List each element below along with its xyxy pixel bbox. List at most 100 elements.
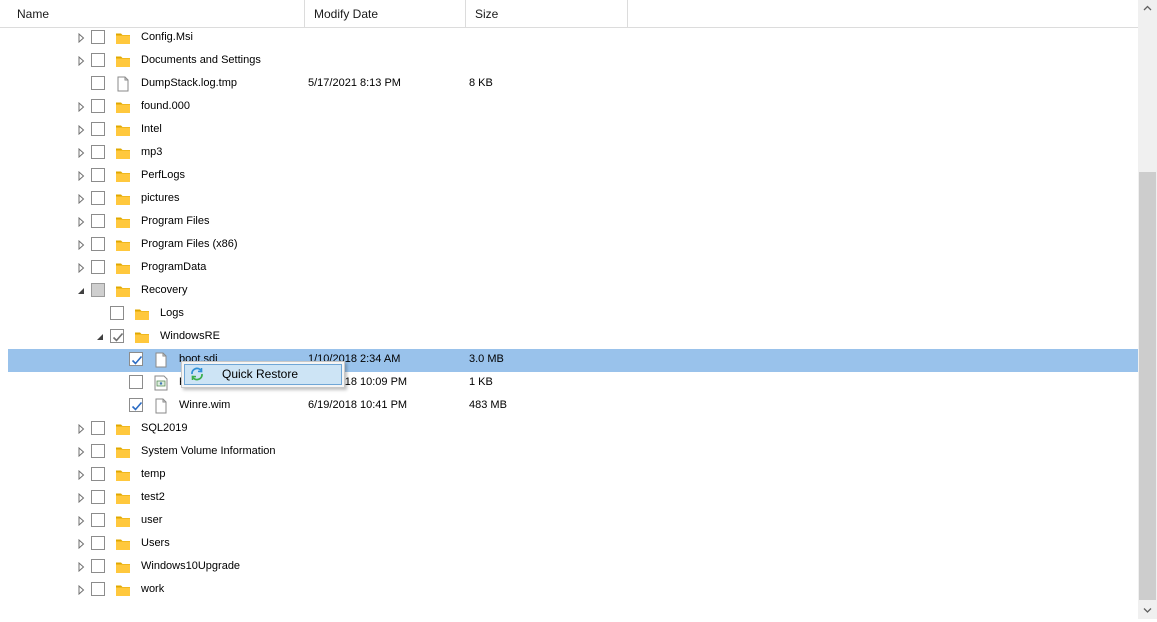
- expand-arrow-icon[interactable]: [76, 148, 86, 158]
- tree-row-folder[interactable]: PerfLogs: [8, 165, 1138, 188]
- row-checkbox[interactable]: [91, 76, 105, 90]
- tree-row-folder[interactable]: Intel: [8, 119, 1138, 142]
- column-header-modify-date[interactable]: Modify Date: [305, 0, 466, 27]
- expand-arrow-icon[interactable]: [76, 516, 86, 526]
- row-checkbox[interactable]: [91, 536, 105, 550]
- tree-row-folder[interactable]: Windows10Upgrade: [8, 556, 1138, 579]
- expand-arrow-icon[interactable]: [76, 585, 86, 595]
- tree-row-folder[interactable]: Logs: [8, 303, 1138, 326]
- tree-row-file[interactable]: Winre.wim 6/19/2018 10:41 PM 483 MB: [8, 395, 1138, 418]
- row-checkbox[interactable]: [91, 145, 105, 159]
- tree-row-folder[interactable]: Program Files: [8, 211, 1138, 234]
- expand-arrow-icon[interactable]: [76, 562, 86, 572]
- row-checkbox[interactable]: [91, 237, 105, 251]
- expand-arrow-icon[interactable]: [76, 470, 86, 480]
- expand-arrow-icon[interactable]: [76, 217, 86, 227]
- row-checkbox[interactable]: [91, 559, 105, 573]
- tree-row-file[interactable]: boot.sdi 1/10/2018 2:34 AM 3.0 MB: [8, 349, 1138, 372]
- expand-arrow-icon[interactable]: [76, 424, 86, 434]
- file-icon: [115, 76, 131, 92]
- column-header-name[interactable]: Name: [8, 0, 305, 27]
- row-checkbox[interactable]: [91, 421, 105, 435]
- restore-icon: [189, 366, 205, 382]
- row-checkbox[interactable]: [91, 99, 105, 113]
- row-checkbox[interactable]: [91, 214, 105, 228]
- row-checkbox[interactable]: [91, 444, 105, 458]
- expand-arrow-icon[interactable]: [76, 263, 86, 273]
- collapse-arrow-icon[interactable]: [95, 332, 105, 342]
- scroll-up-arrow[interactable]: [1138, 0, 1157, 17]
- tree-row-folder[interactable]: user: [8, 510, 1138, 533]
- row-checkbox[interactable]: [91, 191, 105, 205]
- folder-icon: [115, 168, 131, 184]
- xml-file-icon: [153, 375, 169, 391]
- column-header: Name Modify Date Size: [0, 0, 1138, 28]
- row-checkbox[interactable]: [110, 306, 124, 320]
- folder-icon: [115, 444, 131, 460]
- row-name: Users: [141, 537, 170, 549]
- row-name: Program Files (x86): [141, 238, 238, 250]
- row-modify-date: 6/19/2018 10:41 PM: [308, 399, 408, 411]
- tree-row-folder[interactable]: temp: [8, 464, 1138, 487]
- collapse-arrow-icon[interactable]: [76, 286, 86, 296]
- tree-row-folder[interactable]: mp3: [8, 142, 1138, 165]
- expand-arrow-icon[interactable]: [76, 194, 86, 204]
- file-icon: [153, 352, 169, 368]
- row-checkbox[interactable]: [129, 375, 143, 389]
- tree-row-folder[interactable]: Program Files (x86): [8, 234, 1138, 257]
- expand-arrow-icon[interactable]: [76, 240, 86, 250]
- expand-arrow-icon[interactable]: [76, 493, 86, 503]
- row-name: Windows10Upgrade: [141, 560, 241, 572]
- row-checkbox[interactable]: [91, 513, 105, 527]
- expand-arrow-icon[interactable]: [76, 125, 86, 135]
- folder-icon: [115, 237, 131, 253]
- tree-row-folder[interactable]: test2: [8, 487, 1138, 510]
- tree-row-folder[interactable]: Config.Msi: [8, 27, 1138, 50]
- expand-arrow-icon[interactable]: [76, 539, 86, 549]
- folder-icon: [134, 306, 150, 322]
- tree-row-file[interactable]: ReAgent.xml6/19/2018 10:09 PM1 KB: [8, 372, 1138, 395]
- row-size: 483 MB: [469, 399, 507, 411]
- tree-row-folder[interactable]: pictures: [8, 188, 1138, 211]
- vertical-scrollbar[interactable]: [1138, 0, 1157, 619]
- tree-row-folder[interactable]: Recovery: [8, 280, 1138, 303]
- tree-row-folder[interactable]: WindowsRE: [8, 326, 1138, 349]
- expand-arrow-icon[interactable]: [76, 447, 86, 457]
- row-size: 3.0 MB: [469, 353, 504, 365]
- row-checkbox[interactable]: [110, 329, 124, 343]
- expand-arrow-icon[interactable]: [76, 171, 86, 181]
- row-checkbox[interactable]: [91, 30, 105, 44]
- tree-row-file[interactable]: DumpStack.log.tmp 5/17/2021 8:13 PM 8 KB: [8, 73, 1138, 96]
- tree-row-folder[interactable]: Users: [8, 533, 1138, 556]
- tree-row-folder[interactable]: System Volume Information: [8, 441, 1138, 464]
- folder-icon: [115, 536, 131, 552]
- context-menu-label: Quick Restore: [222, 367, 299, 381]
- row-checkbox[interactable]: [91, 168, 105, 182]
- column-header-size[interactable]: Size: [466, 0, 628, 27]
- tree-row-folder[interactable]: ProgramData: [8, 257, 1138, 280]
- scrollbar-thumb[interactable]: [1139, 172, 1156, 600]
- row-checkbox[interactable]: [91, 260, 105, 274]
- row-checkbox[interactable]: [91, 582, 105, 596]
- row-checkbox[interactable]: [129, 398, 143, 412]
- row-checkbox[interactable]: [129, 352, 143, 366]
- folder-icon: [115, 513, 131, 529]
- row-modify-date: 5/17/2021 8:13 PM: [308, 77, 401, 89]
- row-checkbox[interactable]: [91, 283, 105, 297]
- scroll-down-arrow[interactable]: [1138, 602, 1157, 619]
- row-checkbox[interactable]: [91, 53, 105, 67]
- row-checkbox[interactable]: [91, 467, 105, 481]
- tree-row-folder[interactable]: SQL2019: [8, 418, 1138, 441]
- row-checkbox[interactable]: [91, 490, 105, 504]
- expand-arrow-icon[interactable]: [76, 33, 86, 43]
- expand-arrow-icon[interactable]: [76, 56, 86, 66]
- tree-row-folder[interactable]: Documents and Settings: [8, 50, 1138, 73]
- file-tree: Config.Msi Documents and Settings DumpStac…: [0, 27, 1138, 619]
- tree-row-folder[interactable]: work: [8, 579, 1138, 602]
- row-name: test2: [141, 491, 165, 503]
- expand-arrow-icon[interactable]: [76, 102, 86, 112]
- tree-row-folder[interactable]: found.000: [8, 96, 1138, 119]
- folder-icon: [115, 99, 131, 115]
- context-menu-quick-restore[interactable]: Quick Restore: [184, 364, 342, 385]
- row-checkbox[interactable]: [91, 122, 105, 136]
